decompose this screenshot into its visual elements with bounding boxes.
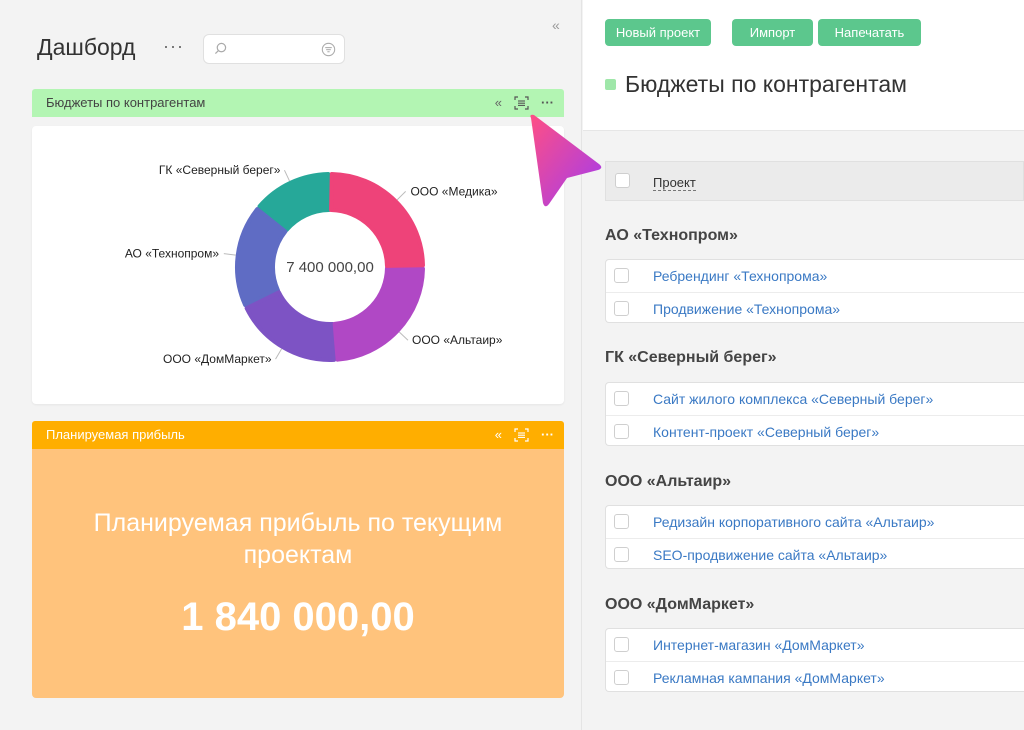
pointer-cursor-icon [530,114,602,207]
slice-label: ООО «ДомМаркет» [163,352,272,366]
table-row[interactable]: Интернет-магазин «ДомМаркет» [606,629,1024,661]
slice-leader-line [275,348,283,360]
search-icon [214,42,227,55]
widget-budgets-card: 7 400 000,00 ООО «Медика» ООО «Альтаир» ОО… [32,126,564,404]
dashboard-panel: « Дашборд ··· Бюджеты по контрагентам « … [0,0,582,730]
slice-leader-line [223,253,236,256]
row-checkbox[interactable] [614,391,629,406]
slice-label: АО «Технопром» [125,247,220,261]
detail-panel: Новый проект Импорт Напечатать Бюджеты п… [583,0,1024,730]
group-title: АО «Технопром» [605,227,738,244]
group-list: Интернет-магазин «ДомМаркет» Рекламная к… [605,628,1024,692]
row-checkbox[interactable] [614,268,629,283]
slice-leader-line [396,190,407,201]
project-link[interactable]: Продвижение «Технопрома» [653,301,840,317]
donut-slice[interactable] [329,172,425,268]
group-title: ООО «ДомМаркет» [605,596,755,613]
page-title: Дашборд [37,34,136,60]
row-checkbox[interactable] [614,301,629,316]
widget-budgets-header: Бюджеты по контрагентам « ··· [32,89,564,117]
donut-center-total: 7 400 000,00 [286,259,374,276]
row-checkbox[interactable] [614,637,629,652]
detail-title: Бюджеты по контрагентам [625,71,907,97]
table-row[interactable]: Сайт жилого комплекса «Северный берег» [606,383,1024,415]
table-header: Проект [605,161,1024,201]
project-link[interactable]: Интернет-магазин «ДомМаркет» [653,637,864,653]
filter-icon[interactable] [321,42,336,57]
row-checkbox[interactable] [614,424,629,439]
title-color-marker [605,79,616,90]
table-row[interactable]: Ребрендинг «Технопрома» [606,260,1024,292]
group-title: ООО «Альтаир» [605,473,732,490]
widget-profit-card[interactable]: Планируемая прибыль по текущим проектам … [32,449,564,698]
detail-header: Новый проект Импорт Напечатать Бюджеты п… [583,0,1024,131]
table-row[interactable]: Контент-проект «Северный берег» [606,415,1024,447]
project-link[interactable]: Контент-проект «Северный берег» [653,424,879,440]
new-project-button[interactable]: Новый проект [605,19,711,46]
collapse-widget-icon[interactable]: « [495,89,502,117]
slice-leader-line [398,331,409,341]
widget-more-icon[interactable]: ··· [541,421,554,449]
row-checkbox[interactable] [614,547,629,562]
donut-slice[interactable] [332,266,425,362]
group-list: Сайт жилого комплекса «Северный берег» К… [605,382,1024,446]
import-button[interactable]: Импорт [732,19,813,46]
group-list: Редизайн корпоративного сайта «Альтаир» … [605,505,1024,569]
collapse-panel-icon[interactable]: « [552,18,560,32]
group-list: Ребрендинг «Технопрома» Продвижение «Тех… [605,259,1024,323]
slice-label: ООО «Медика» [410,184,497,198]
slice-leader-line [283,169,291,182]
project-link[interactable]: Рекламная кампания «ДомМаркет» [653,670,885,686]
widget-profit-header: Планируемая прибыль « ··· [32,421,564,449]
widget-title: Бюджеты по контрагентам [46,95,206,110]
table-row[interactable]: SEO-продвижение сайта «Альтаир» [606,538,1024,570]
project-link[interactable]: Сайт жилого комплекса «Северный берег» [653,391,933,407]
column-project[interactable]: Проект [653,175,696,191]
drilldown-icon[interactable] [514,428,529,442]
project-link[interactable]: Редизайн корпоративного сайта «Альтаир» [653,514,934,530]
row-checkbox[interactable] [614,670,629,685]
budgets-donut-chart: 7 400 000,00 ООО «Медика» ООО «Альтаир» ОО… [125,163,503,366]
print-button[interactable]: Напечатать [818,19,921,46]
row-checkbox[interactable] [614,514,629,529]
project-link[interactable]: SEO-продвижение сайта «Альтаир» [653,547,887,563]
search-input[interactable] [203,34,345,64]
collapse-widget-icon[interactable]: « [495,421,502,449]
slice-label: ГК «Северный берег» [159,163,281,177]
profit-value: 1 840 000,00 [181,595,415,639]
select-all-checkbox[interactable] [615,173,630,188]
slice-label: ООО «Альтаир» [412,333,503,347]
table-row[interactable]: Редизайн корпоративного сайта «Альтаир» [606,506,1024,538]
drilldown-icon[interactable] [514,96,529,110]
more-options-icon[interactable]: ··· [163,36,184,57]
table-row[interactable]: Рекламная кампания «ДомМаркет» [606,661,1024,693]
group-title: ГК «Северный берег» [605,349,777,366]
donut-slice[interactable] [244,290,337,362]
widget-title: Планируемая прибыль [46,427,185,442]
profit-label: Планируемая прибыль по текущим проектам [93,509,503,569]
project-link[interactable]: Ребрендинг «Технопрома» [653,268,827,284]
table-row[interactable]: Продвижение «Технопрома» [606,292,1024,324]
